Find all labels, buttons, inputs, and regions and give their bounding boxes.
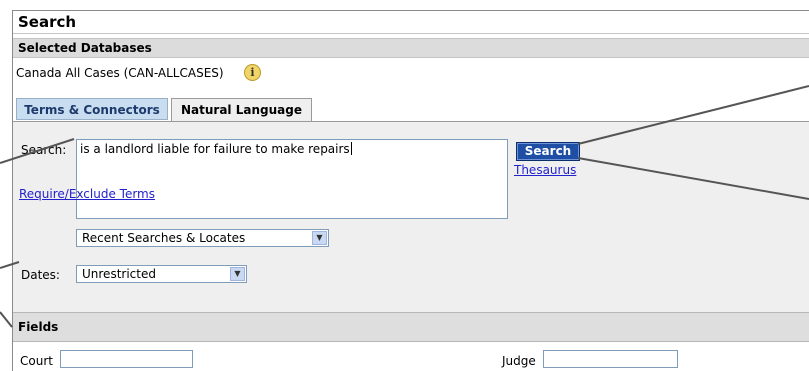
title-bar: Search: [13, 11, 809, 34]
court-label: Court: [20, 354, 53, 368]
callout-line-fields: [0, 311, 13, 328]
search-button[interactable]: Search: [516, 142, 580, 161]
thesaurus-link[interactable]: Thesaurus: [514, 163, 576, 177]
fields-bar: Fields: [13, 312, 809, 342]
fields-label: Fields: [18, 320, 59, 334]
judge-input[interactable]: [543, 350, 678, 368]
recent-searches-select[interactable]: Recent Searches & Locates ▼: [76, 229, 329, 247]
recent-searches-value: Recent Searches & Locates: [82, 231, 246, 245]
chevron-down-icon: ▼: [230, 267, 245, 281]
search-label: Search:: [21, 143, 67, 157]
database-name: Canada All Cases (CAN-ALLCASES): [16, 66, 224, 80]
selected-databases-bar: Selected Databases: [13, 38, 809, 58]
search-form: Search: is a landlord liable for failure…: [13, 121, 809, 312]
search-query-text: is a landlord liable for failure to make…: [80, 142, 350, 156]
court-input[interactable]: [60, 350, 193, 368]
require-exclude-terms-link[interactable]: Require/Exclude Terms: [19, 187, 155, 201]
judge-label: Judge: [502, 354, 536, 368]
page-title: Search: [18, 13, 77, 31]
dates-select[interactable]: Unrestricted ▼: [76, 265, 247, 283]
info-icon[interactable]: i: [244, 64, 261, 81]
tab-natural-language[interactable]: Natural Language: [171, 98, 312, 122]
database-line: Canada All Cases (CAN-ALLCASES) i: [13, 63, 809, 83]
text-caret: [350, 142, 352, 155]
search-panel: Search Selected Databases Canada All Cas…: [12, 10, 809, 371]
search-input[interactable]: is a landlord liable for failure to make…: [76, 139, 508, 219]
selected-databases-label: Selected Databases: [18, 41, 152, 55]
chevron-down-icon: ▼: [312, 231, 327, 245]
tab-terms-and-connectors[interactable]: Terms & Connectors: [16, 98, 168, 120]
dates-label: Dates:: [21, 268, 60, 282]
dates-value: Unrestricted: [82, 267, 156, 281]
